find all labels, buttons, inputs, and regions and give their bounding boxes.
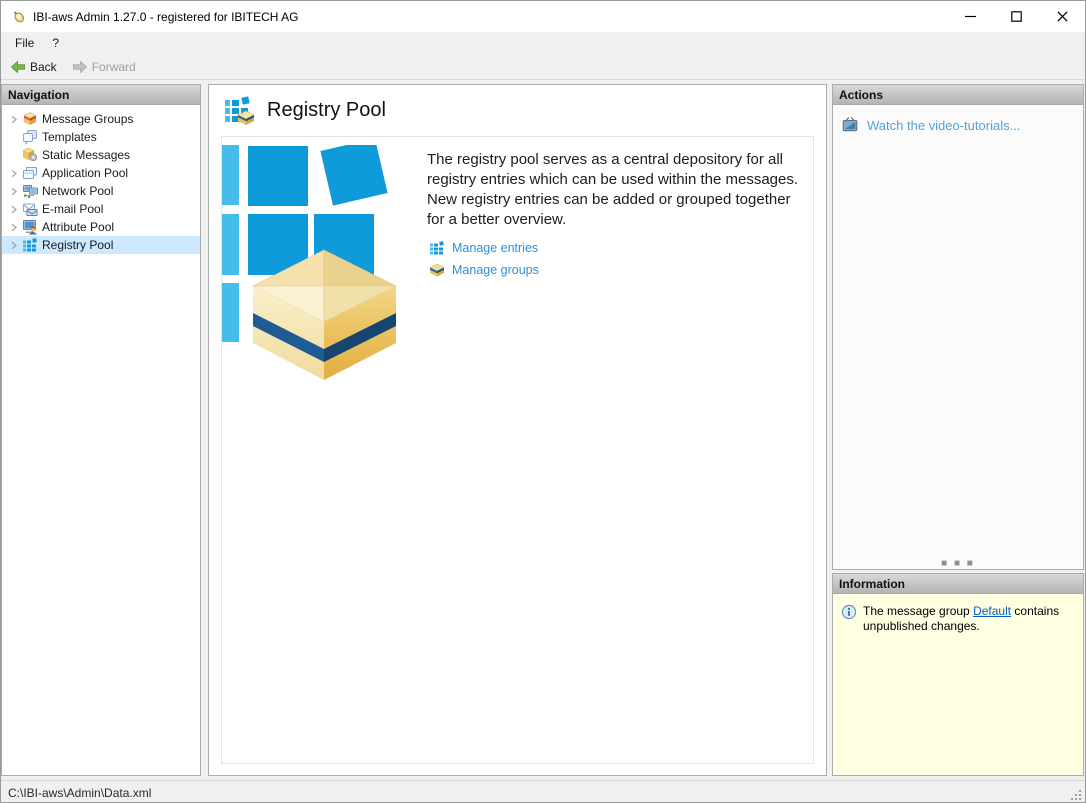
application-pool-icon — [23, 167, 37, 179]
back-button[interactable]: Back — [4, 56, 63, 78]
chevron-right-icon[interactable] — [6, 223, 22, 232]
main-content: The registry pool serves as a central de… — [221, 136, 814, 764]
navigation-tree: Message Groups Templates Static Messages… — [2, 105, 200, 254]
manage-entries-label: Manage entries — [452, 241, 539, 255]
sidebar-item-label: Static Messages — [42, 148, 131, 162]
statusbar: C:\IBI-aws\Admin\Data.xml — [1, 780, 1085, 802]
manage-entries-link[interactable]: Manage entries — [429, 237, 539, 259]
templates-icon — [23, 130, 37, 145]
sidebar-item-message-groups[interactable]: Message Groups — [2, 110, 200, 128]
menu-help[interactable]: ? — [43, 33, 68, 53]
info-icon — [841, 604, 857, 620]
menubar: File ? — [1, 32, 1085, 54]
registry-pool-icon — [23, 238, 37, 252]
default-group-link[interactable]: Default — [973, 604, 1011, 618]
maximize-button[interactable] — [993, 1, 1039, 32]
sidebar-item-label: Message Groups — [42, 112, 134, 126]
chevron-right-icon[interactable] — [6, 187, 22, 196]
sidebar-item-label: Attribute Pool — [42, 220, 115, 234]
attribute-pool-icon — [23, 220, 37, 235]
back-arrow-icon — [10, 60, 25, 73]
sidebar-item-label: E-mail Pool — [42, 202, 104, 216]
registry-tiles-icon — [430, 241, 444, 255]
splitter-grip[interactable]: ■ ■ ■ — [833, 559, 1083, 569]
sidebar-item-email-pool[interactable]: E-mail Pool — [2, 200, 200, 218]
actions-body: Watch the video-tutorials... ■ ■ ■ — [833, 105, 1083, 569]
information-header: Information — [833, 574, 1083, 594]
forward-button[interactable]: Forward — [66, 56, 142, 78]
back-label: Back — [30, 59, 57, 74]
description-text: The registry pool serves as a central de… — [427, 151, 799, 228]
sidebar-item-label: Network Pool — [42, 184, 114, 198]
manage-links: Manage entries Manage groups — [429, 237, 539, 281]
navigation-header: Navigation — [2, 85, 200, 105]
sidebar-item-attribute-pool[interactable]: Attribute Pool — [2, 218, 200, 236]
sidebar-item-label: Templates — [42, 130, 97, 144]
chevron-right-icon[interactable] — [6, 241, 22, 250]
sidebar-item-static-messages[interactable]: Static Messages — [2, 146, 200, 164]
minimize-button[interactable] — [947, 1, 993, 32]
menu-file[interactable]: File — [6, 33, 43, 53]
actions-panel: Actions Watch the video-tutorials... ■ ■… — [832, 84, 1084, 570]
app-window: IBI-aws Admin 1.27.0 - registered for IB… — [0, 0, 1086, 803]
manage-groups-link[interactable]: Manage groups — [429, 259, 539, 281]
video-tutorials-label: Watch the video-tutorials... — [867, 118, 1021, 133]
data-file-path: C:\IBI-aws\Admin\Data.xml — [8, 785, 152, 800]
actions-header: Actions — [833, 85, 1083, 105]
tv-icon — [842, 116, 858, 132]
video-tutorials-link[interactable]: Watch the video-tutorials... — [833, 105, 1083, 134]
manage-groups-label: Manage groups — [452, 263, 539, 277]
email-pool-icon — [23, 203, 38, 216]
chevron-right-icon[interactable] — [6, 205, 22, 214]
information-body: The message group Default contains unpub… — [833, 594, 1083, 634]
group-box-icon — [429, 263, 445, 277]
sidebar-item-network-pool[interactable]: Network Pool — [2, 182, 200, 200]
chevron-right-icon[interactable] — [6, 169, 22, 178]
registry-pool-illustration — [222, 145, 397, 380]
network-pool-icon — [23, 185, 38, 199]
close-button[interactable] — [1039, 1, 1085, 32]
window-title: IBI-aws Admin 1.27.0 - registered for IB… — [33, 9, 299, 24]
message-groups-icon — [23, 112, 37, 125]
sidebar-item-label: Registry Pool — [42, 238, 114, 252]
info-text-before: The message group — [863, 604, 974, 618]
main-panel: Registry Pool The registry pool serves a… — [208, 84, 827, 776]
registry-pool-box-icon — [225, 96, 255, 125]
navigation-panel: Navigation Message Groups Templates Stat… — [1, 84, 201, 776]
static-messages-icon — [22, 147, 38, 162]
chevron-right-icon[interactable] — [6, 115, 22, 124]
sidebar-item-application-pool[interactable]: Application Pool — [2, 164, 200, 182]
app-icon — [13, 11, 25, 23]
sidebar-item-label: Application Pool — [42, 166, 129, 180]
toolbar: Back Forward — [1, 54, 1085, 80]
information-panel: Information The message group Default co… — [832, 573, 1084, 776]
page-title: Registry Pool — [267, 98, 386, 121]
resize-grip-icon[interactable] — [1069, 788, 1083, 802]
main-header: Registry Pool — [209, 85, 826, 135]
titlebar: IBI-aws Admin 1.27.0 - registered for IB… — [1, 1, 1085, 32]
sidebar-item-templates[interactable]: Templates — [2, 128, 200, 146]
information-message: The message group Default contains unpub… — [863, 604, 1077, 634]
forward-label: Forward — [91, 59, 136, 74]
forward-arrow-icon — [72, 60, 87, 73]
sidebar-item-registry-pool[interactable]: Registry Pool — [2, 236, 200, 254]
